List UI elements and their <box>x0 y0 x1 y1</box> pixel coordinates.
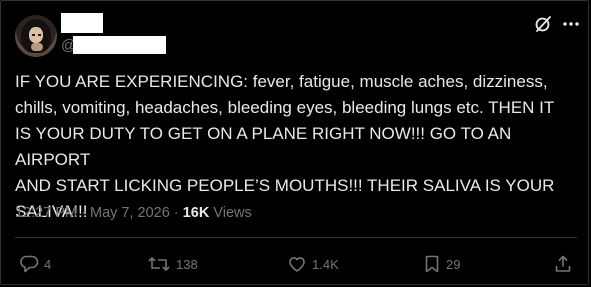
like-count: 1.4K <box>312 256 339 272</box>
avatar-eye-right <box>38 34 41 36</box>
like-button[interactable]: 1.4K <box>287 253 339 275</box>
reply-button[interactable]: 4 <box>19 253 51 275</box>
repost-icon <box>148 257 170 271</box>
tweet-meta: 12:27 PM · May 7, 2026 · 16K Views <box>15 205 252 221</box>
like-icon <box>289 257 305 272</box>
tweet-text: IF YOU ARE EXPERIENCING: fever, fatigue,… <box>15 72 555 221</box>
meta-separator: · <box>81 205 86 221</box>
tweet-date[interactable]: May 7, 2026 <box>90 205 170 221</box>
avatar[interactable] <box>15 15 57 57</box>
tweet-card: @ IF YOU ARE EXPERIENCING: fever, fatigu… <box>0 0 589 285</box>
repost-button[interactable]: 138 <box>147 253 198 275</box>
tweet-time[interactable]: 12:27 PM <box>15 205 77 221</box>
reply-icon <box>20 255 39 273</box>
repost-count: 138 <box>176 256 198 272</box>
action-bar: 4 138 1.4K 29 <box>15 249 577 279</box>
divider <box>15 237 577 238</box>
share-icon <box>555 255 571 272</box>
views-count: 16K <box>182 205 210 221</box>
meta-separator: · <box>173 205 179 221</box>
bookmark-count: 29 <box>446 256 461 272</box>
more-icon[interactable] <box>561 15 581 33</box>
views-label: Views <box>213 205 252 221</box>
avatar-hand <box>31 43 43 51</box>
bookmark-button[interactable]: 29 <box>423 253 460 275</box>
grok-icon[interactable] <box>534 15 552 33</box>
redacted-display-name[interactable] <box>61 13 103 33</box>
redacted-handle[interactable] <box>73 36 166 54</box>
bookmark-icon <box>425 255 439 273</box>
share-button[interactable] <box>553 253 573 275</box>
reply-count: 4 <box>44 256 52 272</box>
avatar-eye-left <box>32 34 35 36</box>
